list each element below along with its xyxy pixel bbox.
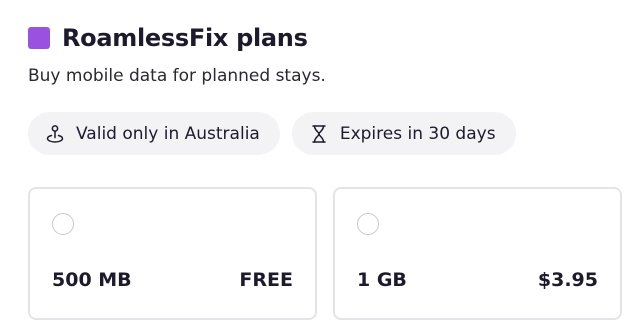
plan-price: FREE: [239, 269, 293, 291]
plan-list: 500 MB FREE 1 GB $3.95: [28, 187, 638, 320]
chip-region: Valid only in Australia: [28, 112, 280, 155]
plan-card-1gb[interactable]: 1 GB $3.95: [333, 187, 622, 320]
location-pin-icon: [46, 124, 64, 144]
page-title: RoamlessFix plans: [62, 24, 308, 52]
brand-logo: [28, 27, 50, 49]
page-header: RoamlessFix plans: [28, 24, 308, 52]
plan-radio[interactable]: [52, 213, 74, 235]
plan-card-500mb[interactable]: 500 MB FREE: [28, 187, 317, 320]
chip-region-label: Valid only in Australia: [76, 123, 260, 144]
plan-price: $3.95: [537, 269, 598, 291]
plan-size: 1 GB: [357, 269, 407, 291]
hourglass-icon: [310, 124, 328, 144]
chip-expiry-label: Expires in 30 days: [339, 123, 496, 144]
plan-radio[interactable]: [357, 213, 379, 235]
plan-size: 500 MB: [52, 269, 132, 291]
info-chips: Valid only in Australia Expires in 30 da…: [28, 112, 528, 155]
page-subtitle: Buy mobile data for planned stays.: [28, 66, 326, 86]
chip-expiry: Expires in 30 days: [291, 112, 516, 155]
